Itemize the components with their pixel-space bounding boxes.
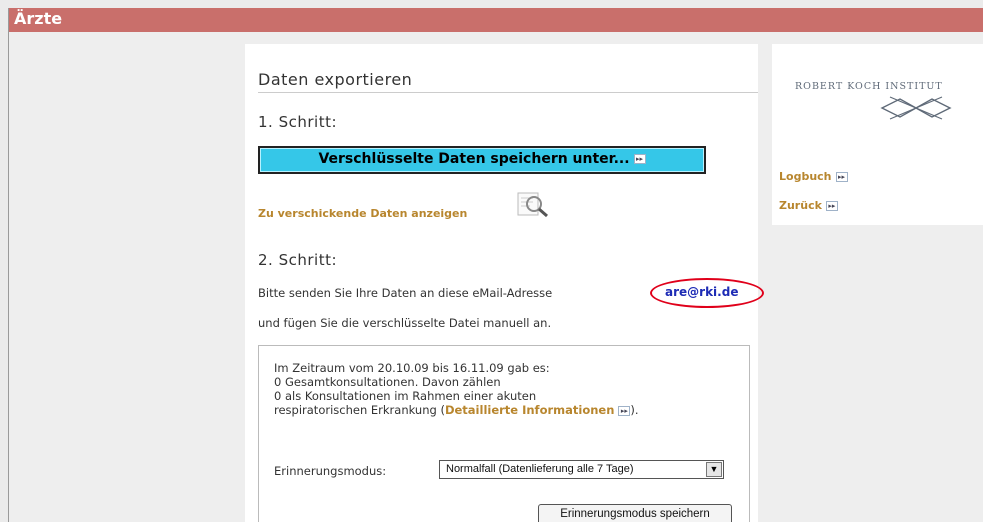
- info-respiratory-suffix: ).: [630, 403, 639, 417]
- info-respiratory: respiratorischen Erkrankung (Detailliert…: [274, 403, 639, 417]
- back-label: Zurück: [779, 199, 822, 212]
- reminder-mode-label: Erinnerungsmodus:: [274, 464, 387, 478]
- save-reminder-mode-button[interactable]: Erinnerungsmodus speichern: [538, 504, 732, 522]
- page-frame: Ärzte Daten exportieren 1. Schritt: Vers…: [8, 8, 983, 522]
- info-period: Im Zeitraum vom 20.10.09 bis 16.11.09 ga…: [274, 361, 550, 375]
- info-respiratory-prefix: respiratorischen Erkrankung (: [274, 403, 445, 417]
- attach-instruction: und fügen Sie die verschlüsselte Datei m…: [258, 316, 552, 330]
- info-total: 0 Gesamtkonsultationen. Davon zählen: [274, 375, 501, 389]
- title-divider: [258, 92, 758, 93]
- back-link[interactable]: Zurück ▸▸: [779, 199, 838, 212]
- email-link[interactable]: are@rki.de: [665, 285, 738, 299]
- reminder-mode-value: Normalfall (Datenlieferung alle 7 Tage): [446, 463, 634, 475]
- rki-logo-text: ROBERT KOCH INSTITUT: [795, 81, 943, 92]
- consultation-info-box: Im Zeitraum vom 20.10.09 bis 16.11.09 ga…: [258, 345, 750, 522]
- logbook-label: Logbuch: [779, 170, 832, 183]
- detail-info-link[interactable]: Detaillierte Informationen: [445, 403, 614, 417]
- arrow-right-icon: ▸▸: [633, 154, 646, 164]
- send-instruction: Bitte senden Sie Ihre Daten an diese eMa…: [258, 286, 553, 300]
- show-data-link[interactable]: Zu verschickende Daten anzeigen: [258, 207, 467, 220]
- dropdown-arrow-icon[interactable]: ▼: [706, 462, 722, 477]
- rki-logo-icon: [880, 96, 952, 120]
- header-bar: Ärzte: [9, 8, 983, 32]
- step-1-heading: 1. Schritt:: [258, 113, 338, 131]
- arrow-right-icon: ▸▸: [825, 201, 838, 211]
- arrow-right-icon: ▸▸: [835, 172, 848, 182]
- logbook-link[interactable]: Logbuch ▸▸: [779, 170, 848, 183]
- email-highlight: are@rki.de: [650, 278, 764, 308]
- step-2-heading: 2. Schritt:: [258, 251, 338, 269]
- reminder-mode-select[interactable]: Normalfall (Datenlieferung alle 7 Tage) …: [439, 460, 724, 479]
- magnifier-icon[interactable]: [516, 191, 550, 219]
- save-encrypted-button[interactable]: Verschlüsselte Daten speichern unter... ▸…: [258, 146, 706, 174]
- page-header-title: Ärzte: [14, 9, 63, 28]
- sidebar: ROBERT KOCH INSTITUT Logbuch ▸▸ Zurück ▸▸: [772, 44, 983, 225]
- main-panel: Daten exportieren 1. Schritt: Verschlüss…: [245, 44, 764, 522]
- page-title: Daten exportieren: [258, 70, 413, 89]
- info-acute: 0 als Konsultationen im Rahmen einer aku…: [274, 389, 537, 403]
- save-encrypted-label: Verschlüsselte Daten speichern unter...: [318, 151, 630, 167]
- arrow-right-icon: ▸▸: [618, 405, 631, 416]
